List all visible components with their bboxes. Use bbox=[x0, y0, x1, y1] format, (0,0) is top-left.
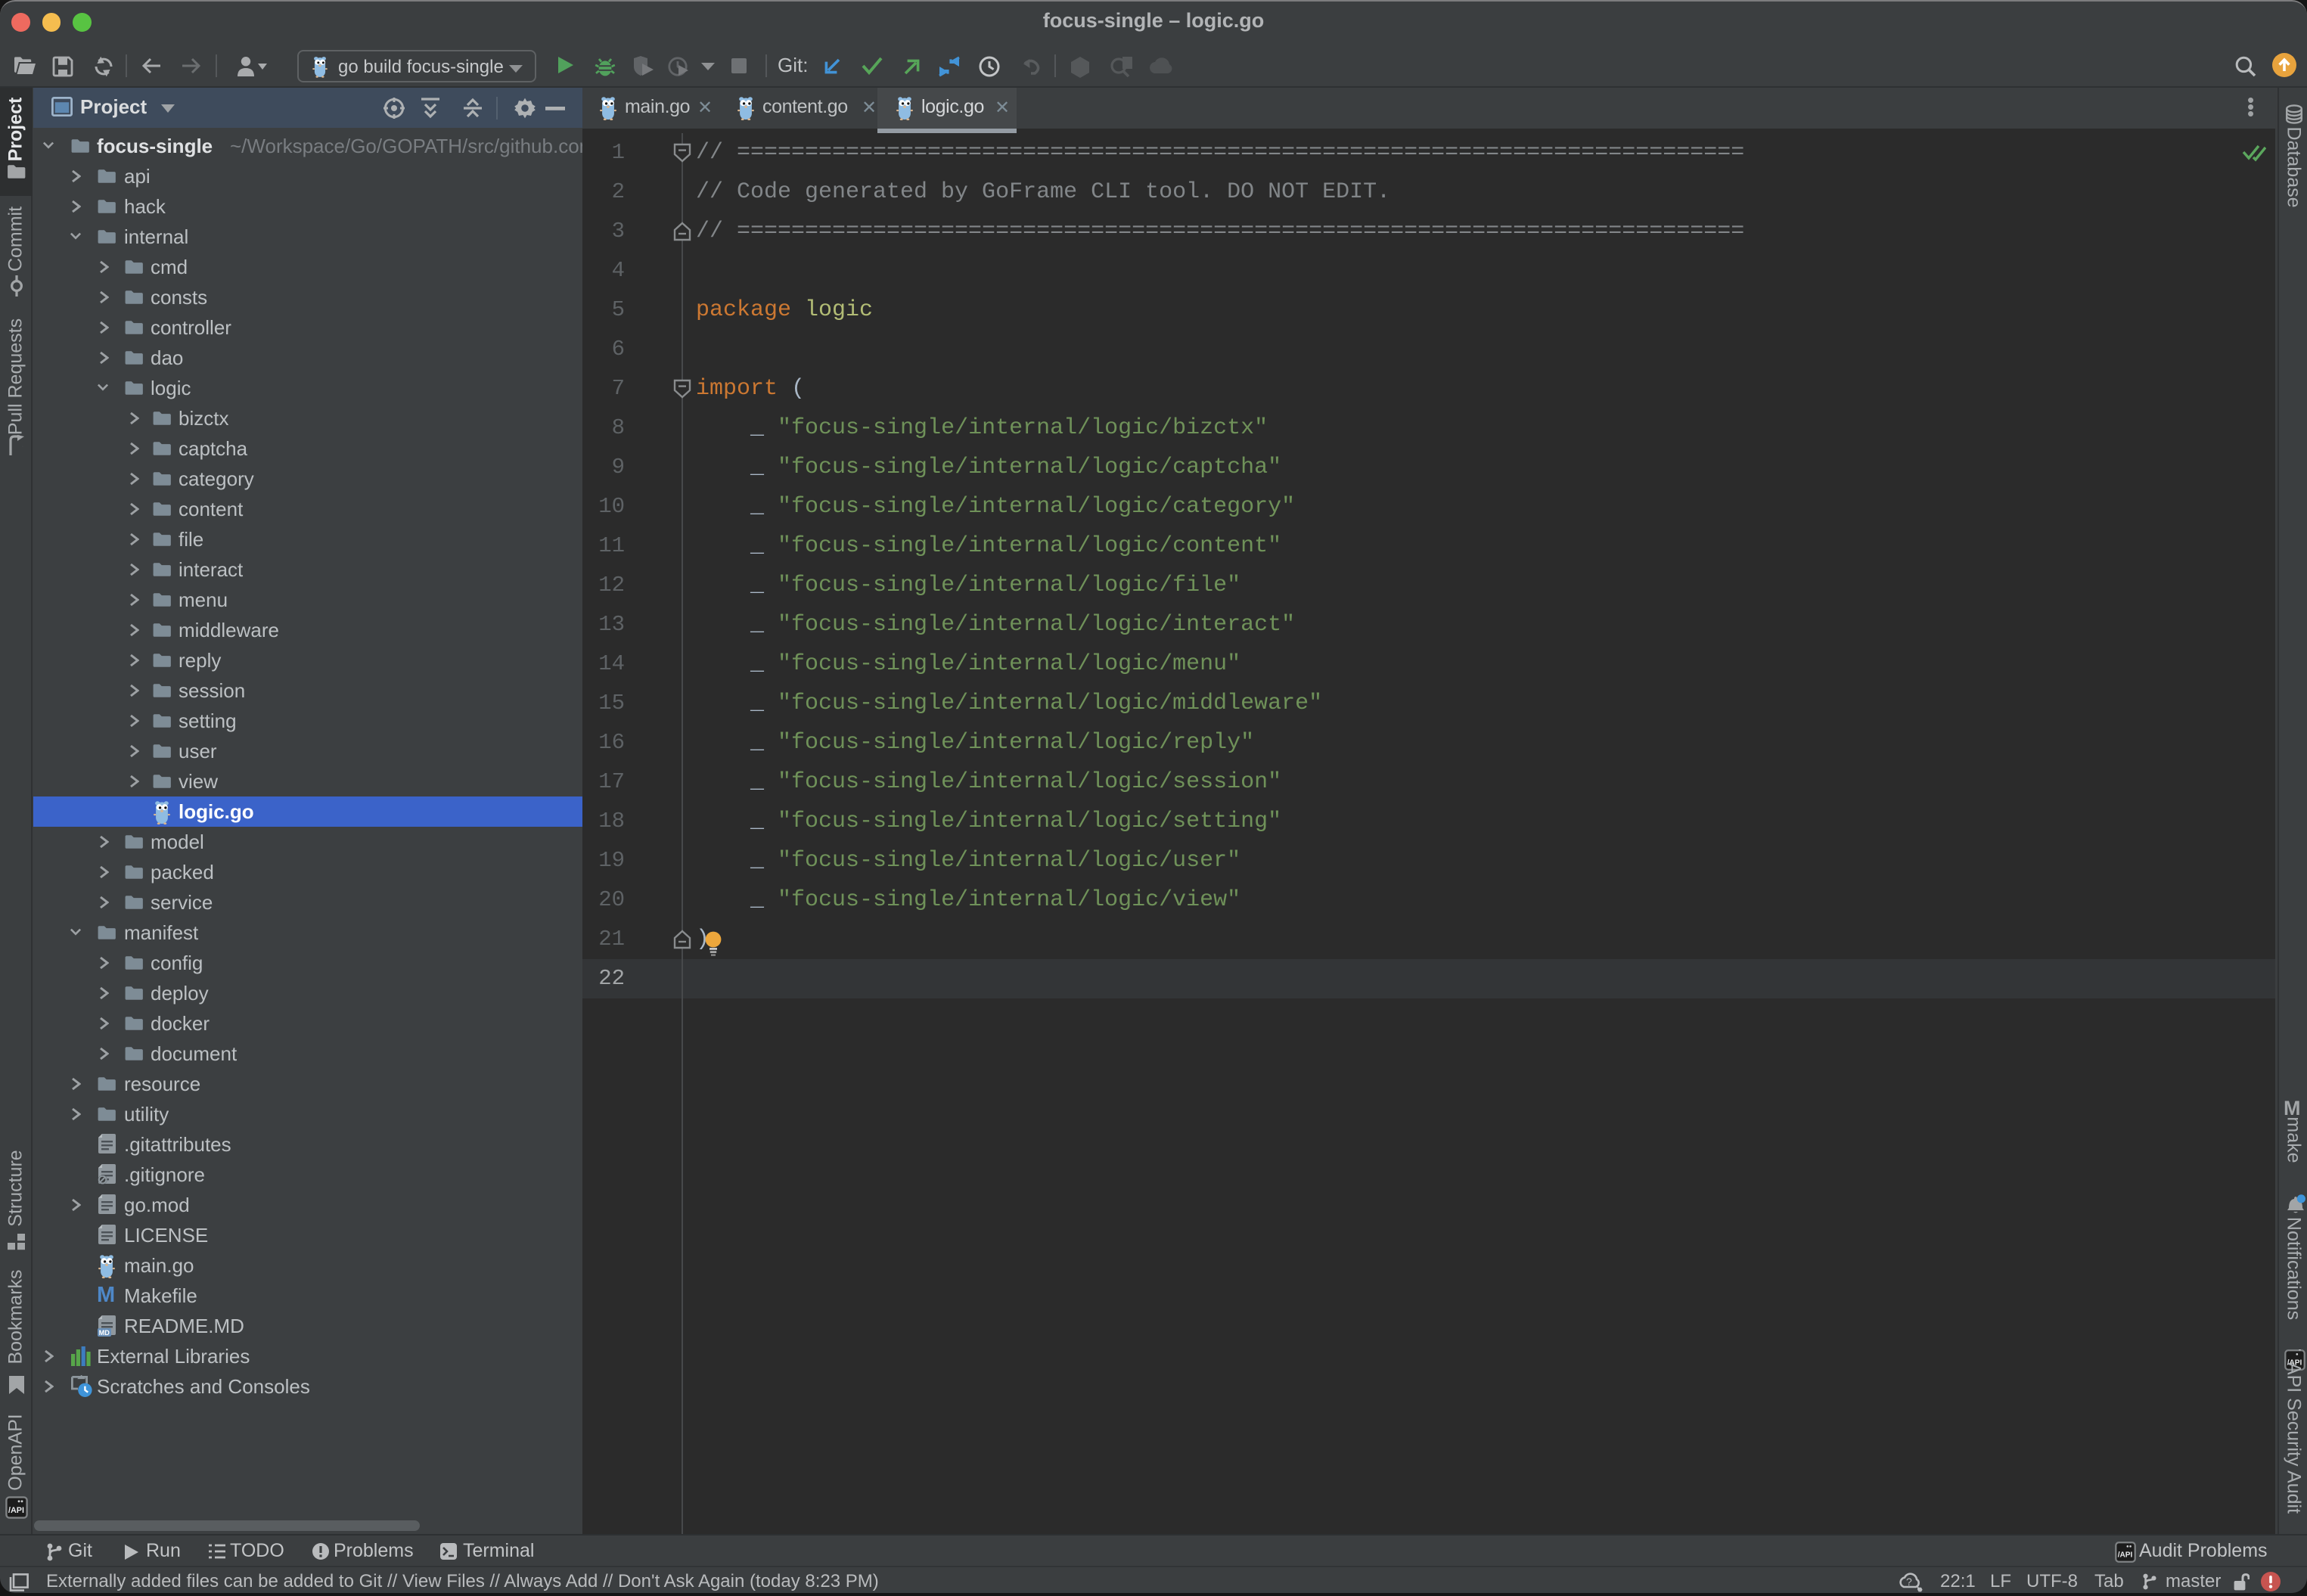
svg-text:?: ? bbox=[1906, 1576, 1912, 1588]
svg-text:/API: /API bbox=[8, 1506, 24, 1515]
svg-text:/API: /API bbox=[2118, 1551, 2133, 1560]
svg-text:MD: MD bbox=[99, 1329, 110, 1337]
